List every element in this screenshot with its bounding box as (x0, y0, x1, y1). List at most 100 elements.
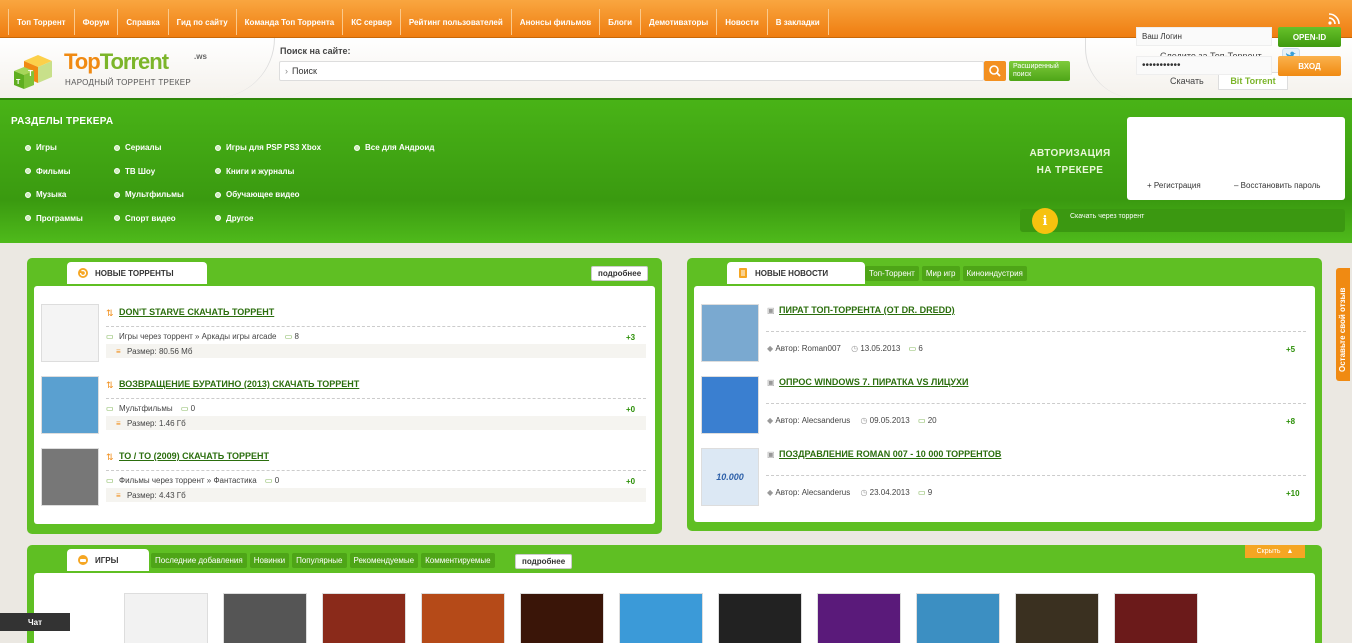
feedback-tab[interactable]: Оставьте свой отзыв (1336, 268, 1350, 381)
auth-title: АВТОРИЗАЦИЯ НА ТРЕКЕРЕ (1029, 148, 1111, 176)
torrent-item: ⇅ ВОЗВРАЩЕНИЕ БУРАТИНО (2013) СКАЧАТЬ ТОР… (34, 358, 655, 434)
games-subtab[interactable]: Новинки (249, 553, 290, 568)
category-link[interactable]: Мультфильмы (114, 190, 184, 199)
torrent-title-link[interactable]: DON'T STARVE СКАЧАТЬ ТОРРЕНТ (119, 307, 274, 317)
hide-button[interactable]: Скрыть ▲ (1245, 545, 1305, 558)
user-icon: ◆ (767, 344, 774, 353)
news-item: 10.000 ▣ ПОЗДРАВЛЕНИЕ ROMAN 007 - 10 000 Т… (694, 430, 1315, 506)
nav-item[interactable]: Топ Торрент (8, 9, 75, 35)
login-button[interactable]: ВХОД (1278, 56, 1341, 76)
logo-text[interactable]: TopTorrent (64, 49, 169, 75)
category-link[interactable]: Другое (215, 214, 254, 223)
chat-button[interactable]: Чат (0, 613, 70, 631)
nav-item[interactable]: Анонсы фильмов (512, 9, 601, 35)
login-input[interactable]: Ваш Логин (1136, 27, 1272, 46)
nav-item[interactable]: Команда Топ Торрента (237, 9, 344, 35)
game-cover[interactable] (718, 593, 802, 643)
games-subtab[interactable]: Последние добавления (151, 553, 247, 568)
bullet-icon (215, 168, 221, 174)
news-subtab[interactable]: Мир игр (921, 266, 960, 281)
separator (106, 326, 646, 327)
news-title: НОВЫЕ НОВОСТИ (755, 268, 829, 278)
torrent-rating: +0 (626, 405, 636, 414)
info-text[interactable]: Скачать через торрент (1070, 213, 1144, 220)
games-subtab[interactable]: Комментируемые (421, 553, 495, 568)
news-title-link[interactable]: ПИРАТ ТОП-ТОРРЕНТА (OT DR. DREDD) (779, 305, 955, 315)
news-subtab[interactable]: Топ-Торрент (865, 266, 919, 281)
nav-item[interactable]: Рейтинг пользователей (401, 9, 512, 35)
nav-item[interactable]: Новости (717, 9, 768, 35)
games-more-button[interactable]: подробнее (515, 554, 573, 569)
folder-icon: ▭ (106, 476, 114, 485)
info-icon: i (1032, 208, 1058, 234)
news-thumbnail[interactable]: 10.000 (701, 448, 759, 506)
games-subtab[interactable]: Рекомендуемые (349, 553, 419, 568)
category-link[interactable]: Игры (25, 143, 57, 152)
logo-cube-icon[interactable]: T T (12, 53, 58, 93)
news-thumbnail[interactable] (701, 376, 759, 434)
torrent-thumbnail[interactable] (41, 304, 99, 362)
rss-icon[interactable] (1328, 13, 1340, 25)
chevron-up-icon: ▲ (1286, 548, 1294, 555)
torrent-title-link[interactable]: ВОЗВРАЩЕНИЕ БУРАТИНО (2013) СКАЧАТЬ ТОРР… (119, 379, 359, 389)
news-subtab[interactable]: Киноиндустрия (962, 266, 1027, 281)
svg-text:T: T (28, 69, 33, 78)
game-cover[interactable] (520, 593, 604, 643)
nav-item[interactable]: Блоги (600, 9, 642, 35)
bullet-icon (114, 215, 120, 221)
game-cover[interactable] (817, 593, 901, 643)
new-torrents-list: ⇅ DON'T STARVE СКАЧАТЬ ТОРРЕНТ ▭ Игры через… (34, 286, 655, 524)
nav-item[interactable]: В закладки (768, 9, 829, 35)
register-link[interactable]: + Регистрация (1147, 181, 1201, 190)
torrent-thumbnail[interactable] (41, 448, 99, 506)
nav-item[interactable]: Демотиваторы (641, 9, 718, 35)
game-cover[interactable] (1015, 593, 1099, 643)
search-input[interactable]: › Поиск (279, 61, 984, 81)
news-meta: ◆ Автор: Roman007 ◷ 13.05.2013 ▭ 6 (767, 344, 923, 353)
clock-icon: ◷ (851, 344, 859, 353)
torrent-item: ⇅ ТО / TO (2009) СКАЧАТЬ ТОРРЕНТ ▭ Фильмы ч… (34, 430, 655, 506)
comment-icon: ▭ (917, 488, 926, 497)
openid-button[interactable]: OPEN-ID (1278, 27, 1341, 47)
category-link[interactable]: Спорт видео (114, 214, 176, 223)
category-link[interactable]: Игры для PSP PS3 Xbox (215, 143, 321, 152)
news-tab: НОВЫЕ НОВОСТИ (727, 262, 865, 284)
info-bar (1020, 209, 1345, 232)
category-link[interactable]: Программы (25, 214, 83, 223)
restore-password-link[interactable]: – Восстановить пароль (1234, 181, 1320, 190)
nav-item[interactable]: Гид по сайту (169, 9, 237, 35)
search-button[interactable] (984, 61, 1006, 81)
nav-item[interactable]: Форум (75, 9, 119, 35)
category-link[interactable]: Обучающее видео (215, 190, 300, 199)
game-cover[interactable] (124, 593, 208, 643)
game-cover[interactable] (322, 593, 406, 643)
news-thumbnail[interactable] (701, 304, 759, 362)
category-link[interactable]: ТВ Шоу (114, 167, 155, 176)
news-item: ▣ ОПРОС WINDOWS 7. ПИРАТКА VS ЛИЦУХИ ◆ Авт… (694, 358, 1315, 434)
torrent-title-link[interactable]: ТО / TO (2009) СКАЧАТЬ ТОРРЕНТ (119, 451, 269, 461)
advanced-search-button[interactable]: Расширенный поиск (1009, 61, 1070, 81)
category-link[interactable]: Сериалы (114, 143, 161, 152)
game-cover[interactable] (223, 593, 307, 643)
torrent-thumbnail[interactable] (41, 376, 99, 434)
clock-icon: ◷ (860, 488, 868, 497)
password-input[interactable]: ••••••••••• (1136, 56, 1272, 75)
news-title-link[interactable]: ПОЗДРАВЛЕНИЕ ROMAN 007 - 10 000 ТОРРЕНТО… (779, 449, 1001, 459)
news-title-link[interactable]: ОПРОС WINDOWS 7. ПИРАТКА VS ЛИЦУХИ (779, 377, 968, 387)
category-link[interactable]: Музыка (25, 190, 66, 199)
game-cover[interactable] (421, 593, 505, 643)
new-torrents-more-button[interactable]: подробнее (591, 266, 649, 281)
nav-item[interactable]: Справка (118, 9, 169, 35)
news-rating: +8 (1286, 417, 1296, 426)
game-cover[interactable] (916, 593, 1000, 643)
category-link[interactable]: Все для Андроид (354, 143, 434, 152)
game-cover[interactable] (619, 593, 703, 643)
category-link[interactable]: Фильмы (25, 167, 71, 176)
torrent-category[interactable]: Фильмы через торрент » Фантастика ▭ 0 (119, 476, 279, 485)
games-subtab[interactable]: Популярные (292, 553, 347, 568)
game-cover[interactable] (1114, 593, 1198, 643)
torrent-category[interactable]: Игры через торрент » Аркады игры arcade … (119, 332, 299, 341)
category-link[interactable]: Книги и журналы (215, 167, 294, 176)
torrent-category[interactable]: Мультфильмы ▭ 0 (119, 404, 195, 413)
nav-item[interactable]: КС сервер (343, 9, 401, 35)
